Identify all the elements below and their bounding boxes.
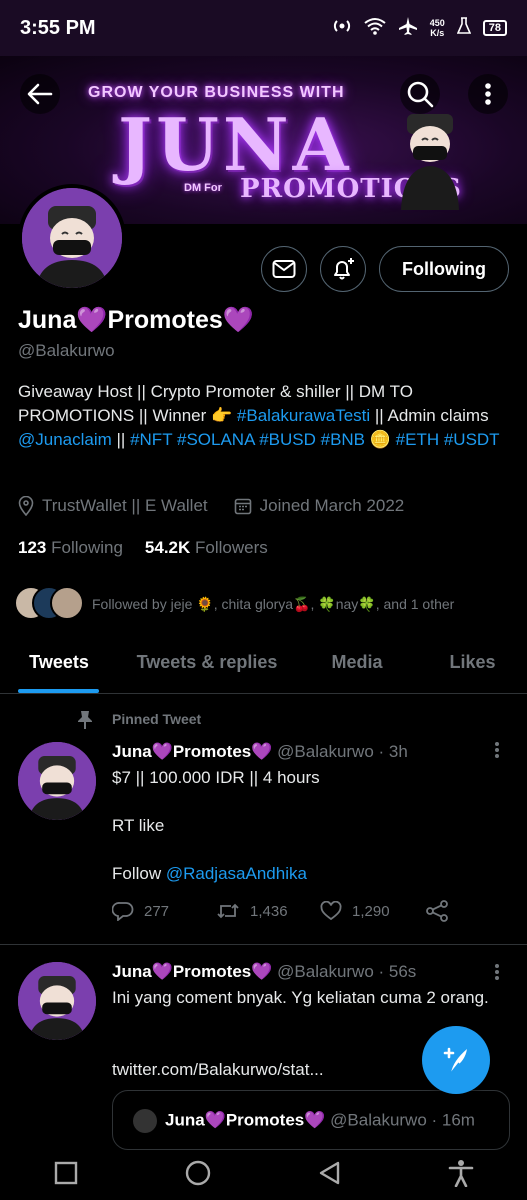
accessibility-button[interactable] <box>448 1159 474 1192</box>
reply-button[interactable]: 277 <box>112 901 216 921</box>
followed-by-row[interactable]: Followed by jeje 🌻, chita glorya🍒, 🍀nay🍀… <box>14 586 454 622</box>
network-speed: 450 K/s <box>429 18 445 38</box>
retweet-icon <box>217 903 239 919</box>
compose-tweet-button[interactable] <box>422 1026 490 1094</box>
hashtag-link[interactable]: #BalakurawaTesti <box>237 406 370 425</box>
followed-by-text: Followed by jeje 🌻, chita glorya🍒, 🍀nay🍀… <box>92 595 455 612</box>
triangle-back-icon <box>319 1161 340 1184</box>
heart-icon <box>320 901 342 921</box>
status-bar: 3:55 PM 450 K/s 78 <box>0 0 527 56</box>
tweet-text: Ini yang coment bnyak. Yg keliatan cuma … <box>112 988 489 1007</box>
tab-tweets[interactable]: Tweets <box>0 632 118 693</box>
home-button[interactable] <box>184 1159 212 1192</box>
hashtags-link[interactable]: #ETH #USDT <box>396 430 500 449</box>
status-time: 3:55 PM <box>20 16 96 39</box>
profile-handle: @Balakurwo <box>18 341 115 360</box>
avatar-image <box>22 188 122 288</box>
wifi-icon <box>364 17 386 40</box>
profile-display-name: Juna💜Promotes💜 <box>18 306 254 334</box>
tweet-avatar[interactable] <box>18 742 96 820</box>
quoted-tweet[interactable]: Juna💜Promotes💜 @Balakurwo · 16m <box>112 1090 510 1150</box>
hotspot-icon <box>332 16 352 41</box>
tweet-card[interactable]: Pinned Tweet Juna💜Promotes💜 @Balakurwo ·… <box>0 696 527 942</box>
following-button[interactable]: Following <box>379 246 509 292</box>
quoted-avatar <box>133 1109 157 1133</box>
location-pin-icon <box>18 496 34 516</box>
mention-link[interactable]: @Junaclaim <box>18 430 112 449</box>
retweet-button[interactable]: 1,436 <box>216 901 320 921</box>
envelope-icon <box>272 260 296 278</box>
accessibility-icon <box>449 1159 474 1187</box>
avatar-image <box>18 742 96 820</box>
tweet-divider <box>0 944 527 945</box>
follower-avatar <box>50 586 84 620</box>
more-options-button[interactable] <box>468 74 508 114</box>
followers-count-link[interactable]: 54.2K Followers <box>145 538 268 558</box>
notifications-button[interactable] <box>320 246 366 292</box>
share-icon <box>426 900 448 922</box>
tab-media[interactable]: Media <box>296 632 418 693</box>
airplane-icon <box>398 16 418 41</box>
recents-button[interactable] <box>53 1160 79 1191</box>
feather-plus-icon <box>443 1047 467 1074</box>
follower-avatars <box>14 586 84 622</box>
profile-avatar[interactable] <box>18 184 126 292</box>
profile-counts: 123 Following 54.2K Followers <box>18 538 268 558</box>
back-arrow-icon <box>27 83 53 105</box>
following-count-link[interactable]: 123 Following <box>18 538 123 558</box>
tweet-author-name[interactable]: Juna💜Promotes💜 <box>112 962 272 981</box>
profile-joined: Joined March 2022 <box>259 496 405 515</box>
message-button[interactable] <box>261 246 307 292</box>
pinned-label: Pinned Tweet <box>112 711 202 727</box>
calendar-icon <box>234 498 251 515</box>
quoted-handle-time: @Balakurwo · 16m <box>330 1110 475 1130</box>
quoted-author-name: Juna💜Promotes💜 <box>165 1110 326 1130</box>
pin-icon <box>78 711 92 729</box>
search-button[interactable] <box>400 74 440 114</box>
banner-dm-text: DM For <box>184 182 222 194</box>
back-button[interactable] <box>20 74 60 114</box>
tweet-handle-time: @Balakurwo · 3h <box>277 742 408 761</box>
avatar-image <box>18 962 96 1040</box>
profile-tabs: Tweets Tweets & replies Media Likes <box>0 632 527 694</box>
tweet-more-button[interactable] <box>495 740 501 760</box>
battery-indicator: 78 <box>482 20 507 36</box>
tweet-header: Juna💜Promotes💜 @Balakurwo · 56s <box>112 962 416 982</box>
system-back-button[interactable] <box>317 1160 343 1191</box>
search-icon <box>407 81 434 108</box>
tab-likes[interactable]: Likes <box>418 632 527 693</box>
tweet-author-name[interactable]: Juna💜Promotes💜 <box>112 742 272 761</box>
hashtags-link[interactable]: #NFT #SOLANA #BUSD #BNB <box>130 430 365 449</box>
flask-icon <box>456 16 471 40</box>
tweet-more-button[interactable] <box>495 962 501 982</box>
profile-location: TrustWallet || E Wallet <box>42 496 208 515</box>
like-button[interactable]: 1,290 <box>320 901 426 921</box>
tweet-avatar[interactable] <box>18 962 96 1040</box>
tab-tweets-replies[interactable]: Tweets & replies <box>118 632 296 693</box>
profile-bio: Giveaway Host || Crypto Promoter & shill… <box>18 382 500 449</box>
system-navigation-bar <box>0 1150 527 1200</box>
circle-icon <box>185 1160 211 1185</box>
active-tab-indicator <box>18 689 99 693</box>
share-button[interactable] <box>426 900 448 922</box>
vertical-dots-icon <box>485 83 491 105</box>
bell-plus-icon <box>334 258 354 280</box>
reply-icon <box>112 902 134 921</box>
tweet-actions: 277 1,436 1,290 <box>112 900 448 922</box>
tweet-text: $7 || 100.000 IDR || 4 hours RT like Fol… <box>112 768 320 883</box>
square-icon <box>54 1161 77 1184</box>
status-icons: 450 K/s 78 <box>332 16 507 41</box>
banner-character-image <box>401 114 459 210</box>
tweet-handle-time: @Balakurwo · 56s <box>277 962 417 981</box>
tweet-header: Juna💜Promotes💜 @Balakurwo · 3h <box>112 742 408 762</box>
profile-meta: TrustWallet || E Wallet Joined March 202… <box>18 496 404 516</box>
mention-link[interactable]: @RadjasaAndhika <box>166 864 307 883</box>
banner-tagline: GROW YOUR BUSINESS WITH <box>88 84 345 101</box>
